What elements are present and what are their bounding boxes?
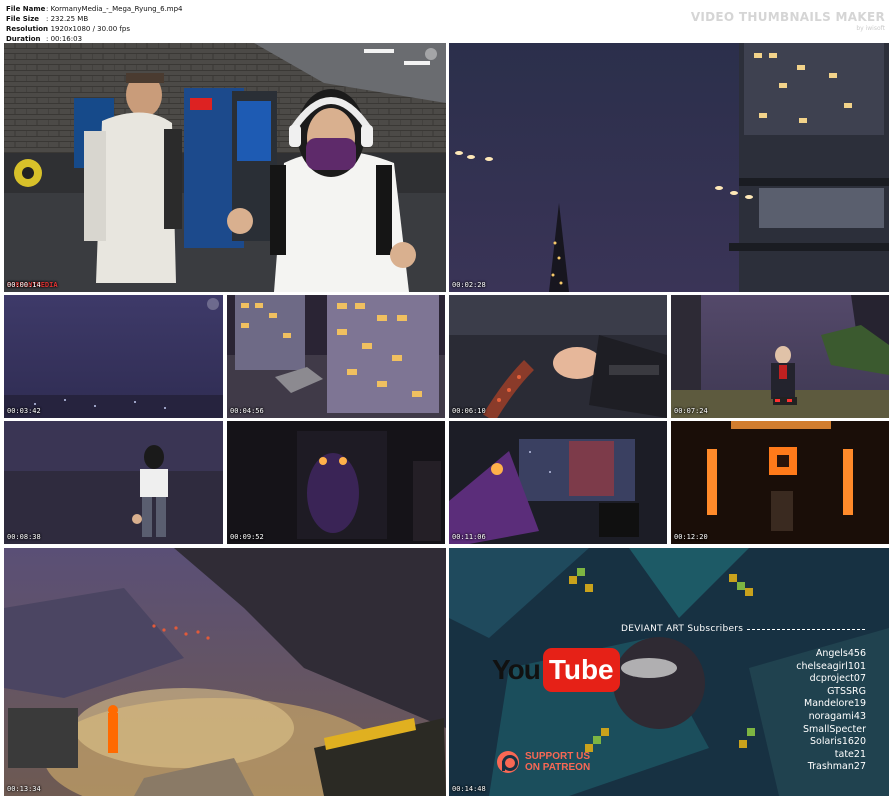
thumbnail-8-image xyxy=(227,421,445,544)
thumbnail-2-time: 00:02:28 xyxy=(452,281,486,289)
resolution-value: : 1920x1080 / 30.00 fps xyxy=(46,25,130,33)
thumbnail-6-time: 00:07:24 xyxy=(674,407,708,415)
credit-name: noragami43 xyxy=(808,710,866,722)
patreon-badge[interactable]: SUPPORT US ON PATREON xyxy=(497,751,590,773)
youtube-logo-you: You xyxy=(492,654,541,685)
patreon-line-1: SUPPORT US xyxy=(525,751,591,762)
thumbnail-7[interactable]: 00:08:38 xyxy=(4,421,223,544)
thumbnail-1-image xyxy=(4,43,446,292)
credit-name: Angels456 xyxy=(815,648,866,659)
thumbnail-12-credits[interactable]: DEVIANT ART Subscribers Angels456 chelse… xyxy=(449,548,889,796)
thumbnail-9[interactable]: 00:11:06 xyxy=(449,421,667,544)
thumbnail-11[interactable]: 00:13:34 xyxy=(4,548,446,796)
thumbnail-2-image xyxy=(449,43,889,292)
credits-heading-text: DEVIANT ART Subscribers xyxy=(621,624,744,634)
credit-name: Solaris1620 xyxy=(810,736,866,748)
thumbnail-9-image xyxy=(449,421,667,544)
patreon-line-2: ON PATREON xyxy=(525,762,591,773)
thumbnail-5-time: 00:06:10 xyxy=(452,407,486,415)
youtube-logo[interactable]: You Tube xyxy=(492,648,620,692)
thumbnail-7-time: 00:08:38 xyxy=(7,533,41,541)
credit-name: tate21 xyxy=(834,748,866,760)
thumbnail-10-image xyxy=(671,421,889,544)
thumbnail-5[interactable]: 00:06:10 xyxy=(449,295,667,418)
credit-name: GTSSRG xyxy=(827,685,866,697)
thumbnail-6[interactable]: 00:07:24 xyxy=(671,295,889,418)
thumbnail-4[interactable]: 00:04:56 xyxy=(227,295,445,418)
thumbnail-12-time: 00:14:48 xyxy=(452,785,486,793)
file-name-label: File Name xyxy=(6,5,46,13)
thumbnail-3[interactable]: 00:03:42 xyxy=(4,295,223,418)
credits-heading-rule xyxy=(747,629,865,630)
thumbnail-5-image xyxy=(449,295,667,418)
thumbnail-8-time: 00:09:52 xyxy=(230,533,264,541)
resolution-label: Resolution xyxy=(6,25,49,33)
brand-title: VIDEO THUMBNAILS MAKER xyxy=(690,10,885,24)
thumbnail-11-time: 00:13:34 xyxy=(7,785,41,793)
thumbnail-10-time: 00:12:20 xyxy=(674,533,708,541)
thumbnail-3-image xyxy=(4,295,223,418)
thumbnail-3-time: 00:03:42 xyxy=(7,407,41,415)
credits-heading: DEVIANT ART Subscribers xyxy=(621,624,743,634)
thumbnail-8[interactable]: 00:09:52 xyxy=(227,421,445,544)
thumbnail-4-time: 00:04:56 xyxy=(230,407,264,415)
brand-subtitle: by iwisoft xyxy=(856,25,885,32)
thumbnail-4-image xyxy=(227,295,445,418)
thumbnail-6-image xyxy=(671,295,889,418)
credit-name: Mandelore19 xyxy=(804,698,866,710)
thumbnail-11-image xyxy=(4,548,446,796)
credit-name: chelseagirl101 xyxy=(796,660,866,672)
thumbnail-2[interactable]: 00:02:28 xyxy=(449,43,889,292)
credit-name: Trashman27 xyxy=(807,761,866,773)
file-size-value: : 232.25 MB xyxy=(46,15,89,23)
file-info: File Name: KormanyMedia_-_Mega_Ryung_6.m… xyxy=(6,4,183,44)
thumbnail-7-image xyxy=(4,421,223,544)
thumbnail-9-time: 00:11:06 xyxy=(452,533,486,541)
youtube-logo-tube: Tube xyxy=(542,648,620,692)
brand-watermark: VIDEO THUMBNAILS MAKER by iwisoft xyxy=(691,10,885,32)
credit-name: SmallSpecter xyxy=(803,723,866,735)
credit-name: dcproject07 xyxy=(809,673,866,685)
patreon-icon xyxy=(497,751,519,773)
thumbnail-1-time: 00:00:14 xyxy=(7,281,41,289)
file-name-value: : KormanyMedia_-_Mega_Ryung_6.mp4 xyxy=(46,5,183,13)
thumbnail-10[interactable]: 00:12:20 xyxy=(671,421,889,544)
file-size-label: File Size xyxy=(6,15,40,23)
credits-list: Angels456 chelseagirl101 dcproject07 GTS… xyxy=(796,648,866,774)
thumbnail-1[interactable]: KORMANYMEDIA 00:00:14 xyxy=(4,43,446,292)
watermark-icon xyxy=(207,298,219,310)
